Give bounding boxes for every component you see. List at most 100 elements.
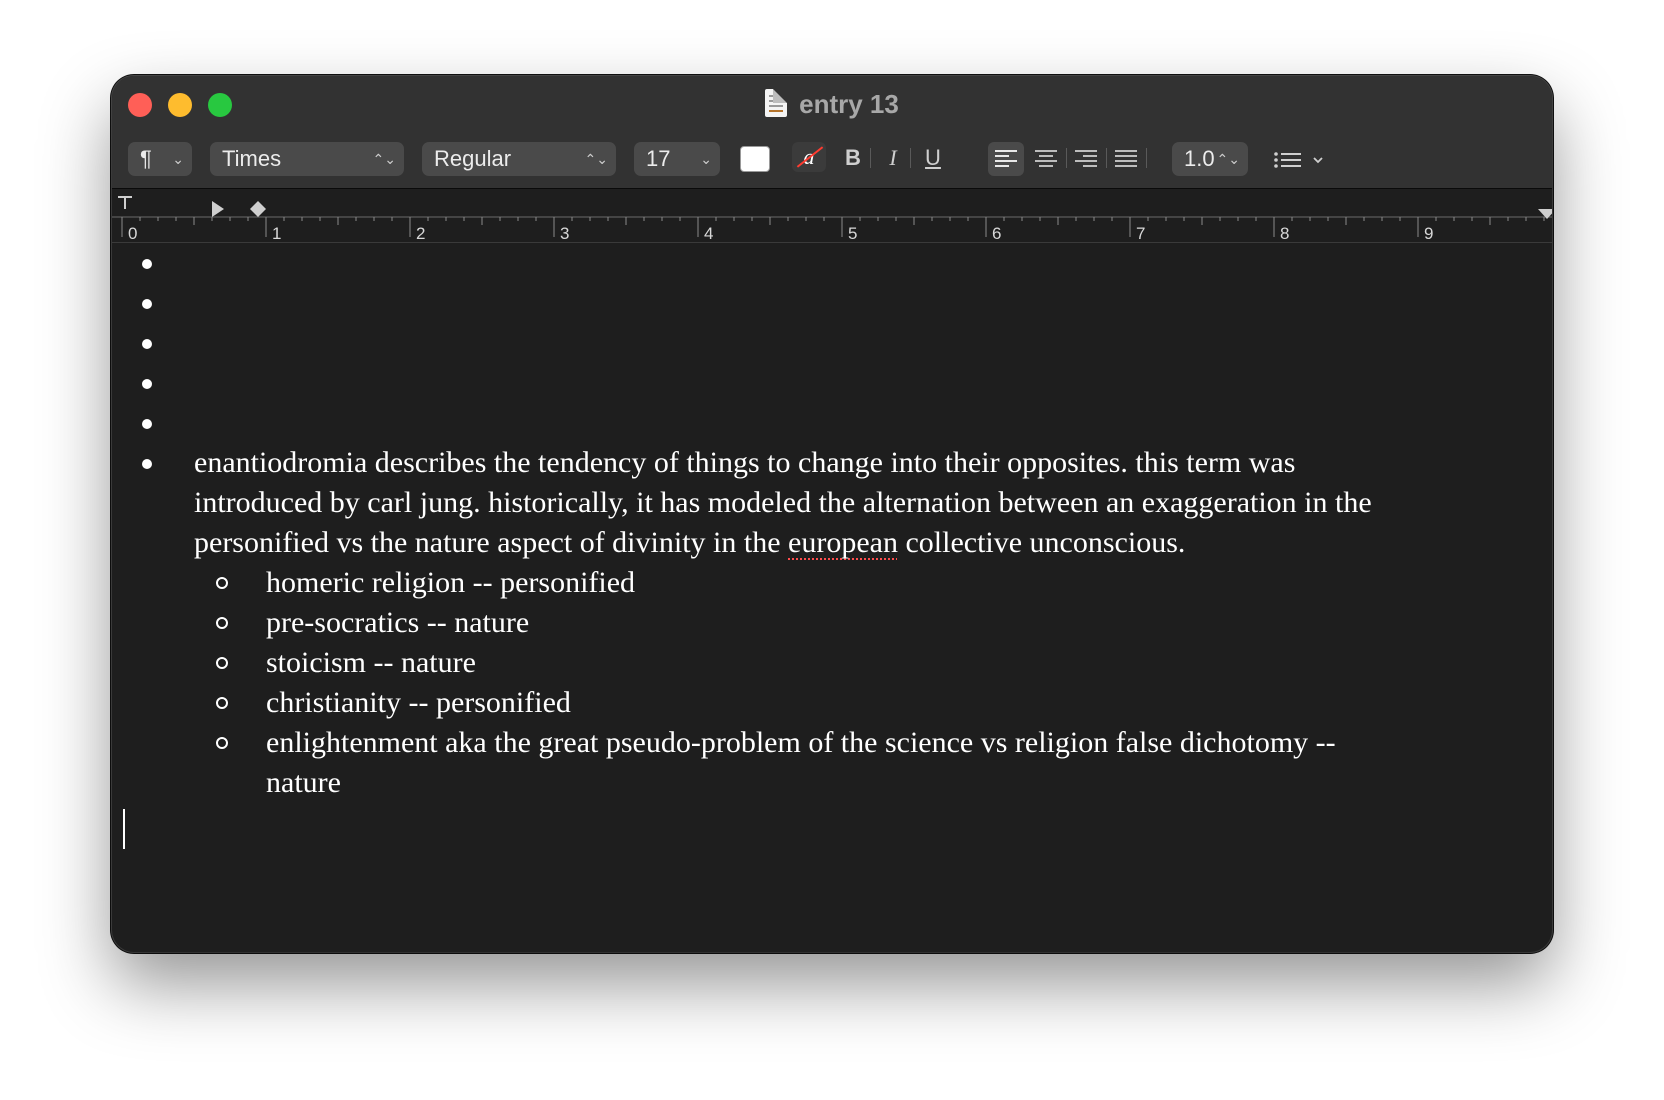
- toolbar-separator: [910, 148, 911, 168]
- bulleted-list-icon: [1274, 152, 1323, 168]
- paragraph-styles-button[interactable]: ¶ ⌄: [128, 142, 192, 176]
- bullet-icon: [142, 259, 152, 269]
- left-tab-stop-icon[interactable]: [118, 196, 132, 209]
- ruler-labels: 0 1 2 3 4 5 6 7 8 9: [128, 224, 1433, 243]
- font-size-combo[interactable]: 17 ⌄: [634, 142, 720, 176]
- font-style-popup[interactable]: Regular ⌃⌄: [422, 142, 616, 176]
- ruler-scale: 0 1 2 3 4 5 6 7 8 9: [112, 196, 1552, 243]
- bullet-icon: [142, 419, 152, 429]
- bold-label: B: [845, 145, 861, 170]
- list-item: [112, 323, 1552, 363]
- chevron-down-icon: ⌄: [700, 151, 712, 167]
- chevron-down-icon: ⌄: [172, 151, 184, 167]
- sub-item-text: homeric religion -- personified: [266, 566, 636, 599]
- sub-list-item: pre-socratics -- nature: [112, 603, 1552, 643]
- sub-list-item: christianity -- personified: [112, 683, 1552, 723]
- ruler-label: 9: [1424, 224, 1433, 242]
- pilcrow-icon: ¶: [140, 146, 152, 171]
- hollow-bullet-icon: [216, 577, 228, 589]
- textedit-window: entry 13 ¶ ⌄ Times ⌃⌄ Regular ⌃⌄ 17 ⌄ a …: [112, 76, 1552, 952]
- left-indent-marker[interactable]: [250, 201, 266, 217]
- list-item-main: enantiodromia describes the tendency of …: [112, 443, 1552, 483]
- paragraph-line: enantiodromia describes the tendency of …: [194, 446, 1296, 479]
- highlight-label: a: [803, 144, 815, 169]
- ruler-label: 5: [848, 224, 857, 242]
- list-item: [112, 363, 1552, 403]
- hollow-bullet-icon: [216, 617, 228, 629]
- align-right-icon: [1075, 150, 1097, 167]
- align-right-button[interactable]: [1068, 142, 1104, 176]
- align-center-button[interactable]: [1028, 142, 1064, 176]
- ruler-ticks: [112, 216, 1552, 237]
- italic-label: I: [889, 145, 897, 170]
- text-cursor: [123, 809, 125, 849]
- toolbar-separator: [1106, 148, 1107, 168]
- ruler[interactable]: 0 1 2 3 4 5 6 7 8 9: [112, 189, 1552, 243]
- paragraph-line-wrap: personified vs the nature aspect of divi…: [112, 523, 1552, 563]
- font-size-value: 17: [646, 146, 671, 171]
- bullet-icon: [142, 379, 152, 389]
- window-title-text: entry 13: [799, 89, 899, 119]
- sub-item-text: christianity -- personified: [266, 686, 571, 719]
- align-left-button[interactable]: [988, 142, 1024, 176]
- sub-list-item: stoicism -- nature: [112, 643, 1552, 683]
- up-down-arrows-icon: ⌃⌄: [1216, 151, 1240, 167]
- align-center-icon: [1035, 150, 1057, 167]
- ruler-label: 4: [704, 224, 713, 242]
- hollow-bullet-icon: [216, 737, 228, 749]
- bullet-icon: [142, 459, 152, 469]
- hollow-bullet-icon: [216, 657, 228, 669]
- list-bullets-button[interactable]: [1272, 146, 1328, 174]
- bold-button[interactable]: B: [836, 142, 870, 174]
- sub-list-item-wrap: nature: [112, 763, 1552, 803]
- paragraph-line: personified vs the nature aspect of divi…: [194, 523, 1185, 563]
- ruler-label: 2: [416, 224, 425, 242]
- underline-button[interactable]: U: [916, 142, 950, 174]
- font-family-popup[interactable]: Times ⌃⌄: [210, 142, 404, 176]
- sub-item-text: pre-socratics -- nature: [266, 606, 530, 639]
- paragraph-text: collective unconscious.: [897, 526, 1186, 559]
- ruler-label: 1: [272, 224, 281, 242]
- ruler-label: 3: [560, 224, 569, 242]
- sub-item-text: stoicism -- nature: [266, 646, 476, 679]
- up-down-arrows-icon: ⌃⌄: [372, 151, 396, 167]
- ruler-label: 8: [1280, 224, 1289, 242]
- up-down-arrows-icon: ⌃⌄: [584, 151, 608, 167]
- italic-button[interactable]: I: [876, 142, 910, 174]
- document-icon: [765, 89, 788, 117]
- highlight-color-button[interactable]: a: [792, 142, 826, 172]
- list-item: [112, 283, 1552, 323]
- align-left-icon: [995, 150, 1017, 167]
- list-item: [112, 243, 1552, 283]
- toolbar-separator: [1066, 148, 1067, 168]
- misspelled-word[interactable]: european: [788, 526, 898, 559]
- paragraph-line: introduced by carl jung. historically, i…: [194, 486, 1372, 519]
- sub-list-item: homeric religion -- personified: [112, 563, 1552, 603]
- font-family-value: Times: [222, 146, 282, 171]
- justify-icon: [1115, 150, 1137, 167]
- toolbar-separator: [870, 148, 871, 168]
- bullet-icon: [142, 339, 152, 349]
- ruler-label: 0: [128, 224, 137, 242]
- window-title: entry 13: [112, 88, 1552, 120]
- underline-label: U: [925, 145, 941, 170]
- bullet-icon: [142, 299, 152, 309]
- titlebar: entry 13 ¶ ⌄ Times ⌃⌄ Regular ⌃⌄ 17 ⌄ a …: [112, 76, 1552, 189]
- text-color-well[interactable]: [740, 146, 770, 172]
- line-spacing-value: 1.0: [1184, 146, 1215, 171]
- hollow-bullet-icon: [216, 697, 228, 709]
- font-style-value: Regular: [434, 146, 512, 171]
- justify-button[interactable]: [1108, 142, 1144, 176]
- sub-item-text: enlightenment aka the great pseudo-probl…: [266, 726, 1336, 759]
- sub-list-item: enlightenment aka the great pseudo-probl…: [112, 723, 1552, 763]
- paragraph-line-wrap: introduced by carl jung. historically, i…: [112, 483, 1552, 523]
- line-spacing-popup[interactable]: 1.0 ⌃⌄: [1172, 142, 1248, 176]
- list-item: [112, 403, 1552, 443]
- ruler-label: 7: [1136, 224, 1145, 242]
- text-editor[interactable]: enantiodromia describes the tendency of …: [112, 243, 1552, 952]
- toolbar-separator: [1146, 148, 1147, 168]
- ruler-label: 6: [992, 224, 1001, 242]
- paragraph-text: personified vs the nature aspect of divi…: [194, 526, 789, 559]
- sub-item-text: nature: [266, 766, 341, 799]
- first-line-indent-marker[interactable]: [212, 201, 224, 217]
